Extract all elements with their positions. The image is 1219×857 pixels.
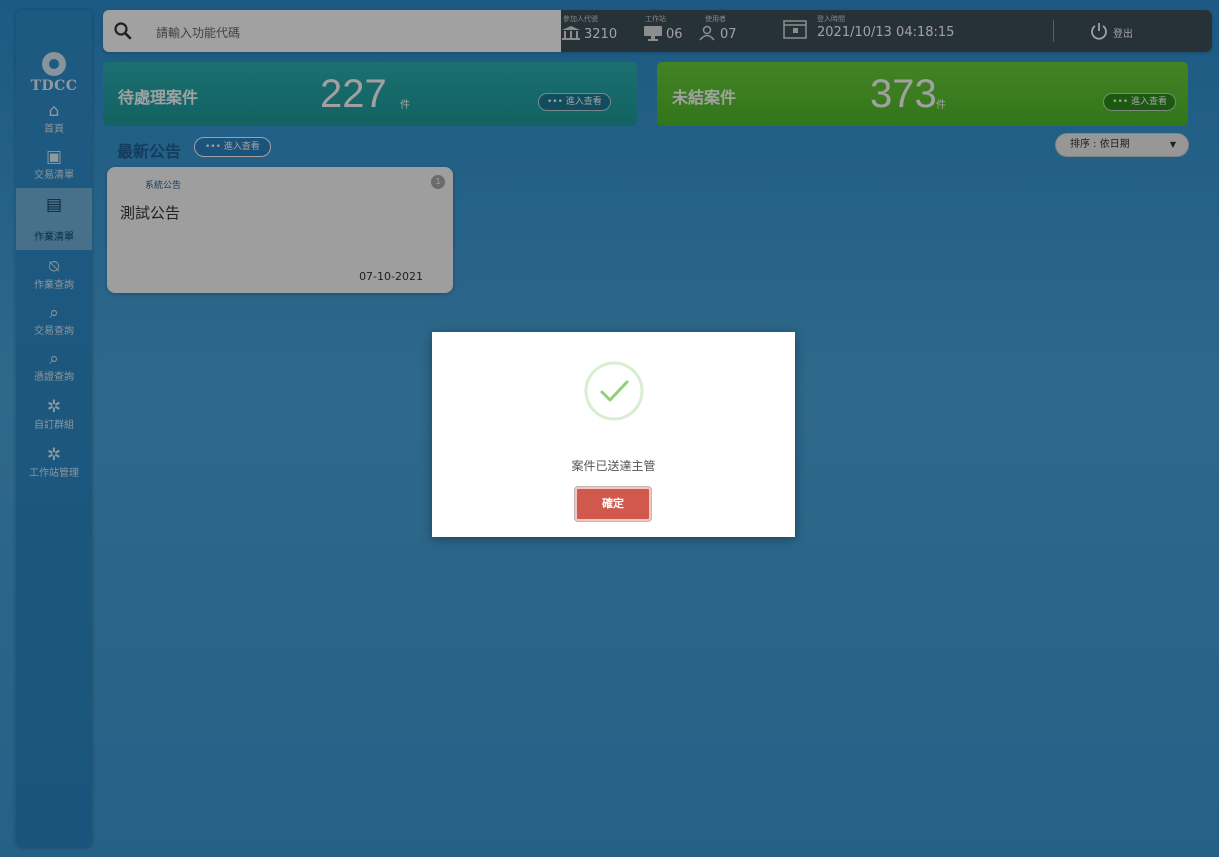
success-dialog: 案件已送達主管 確定	[432, 332, 795, 537]
confirm-button[interactable]: 確定	[575, 487, 651, 521]
success-check-icon	[584, 361, 644, 421]
dialog-message: 案件已送達主管	[571, 459, 656, 473]
